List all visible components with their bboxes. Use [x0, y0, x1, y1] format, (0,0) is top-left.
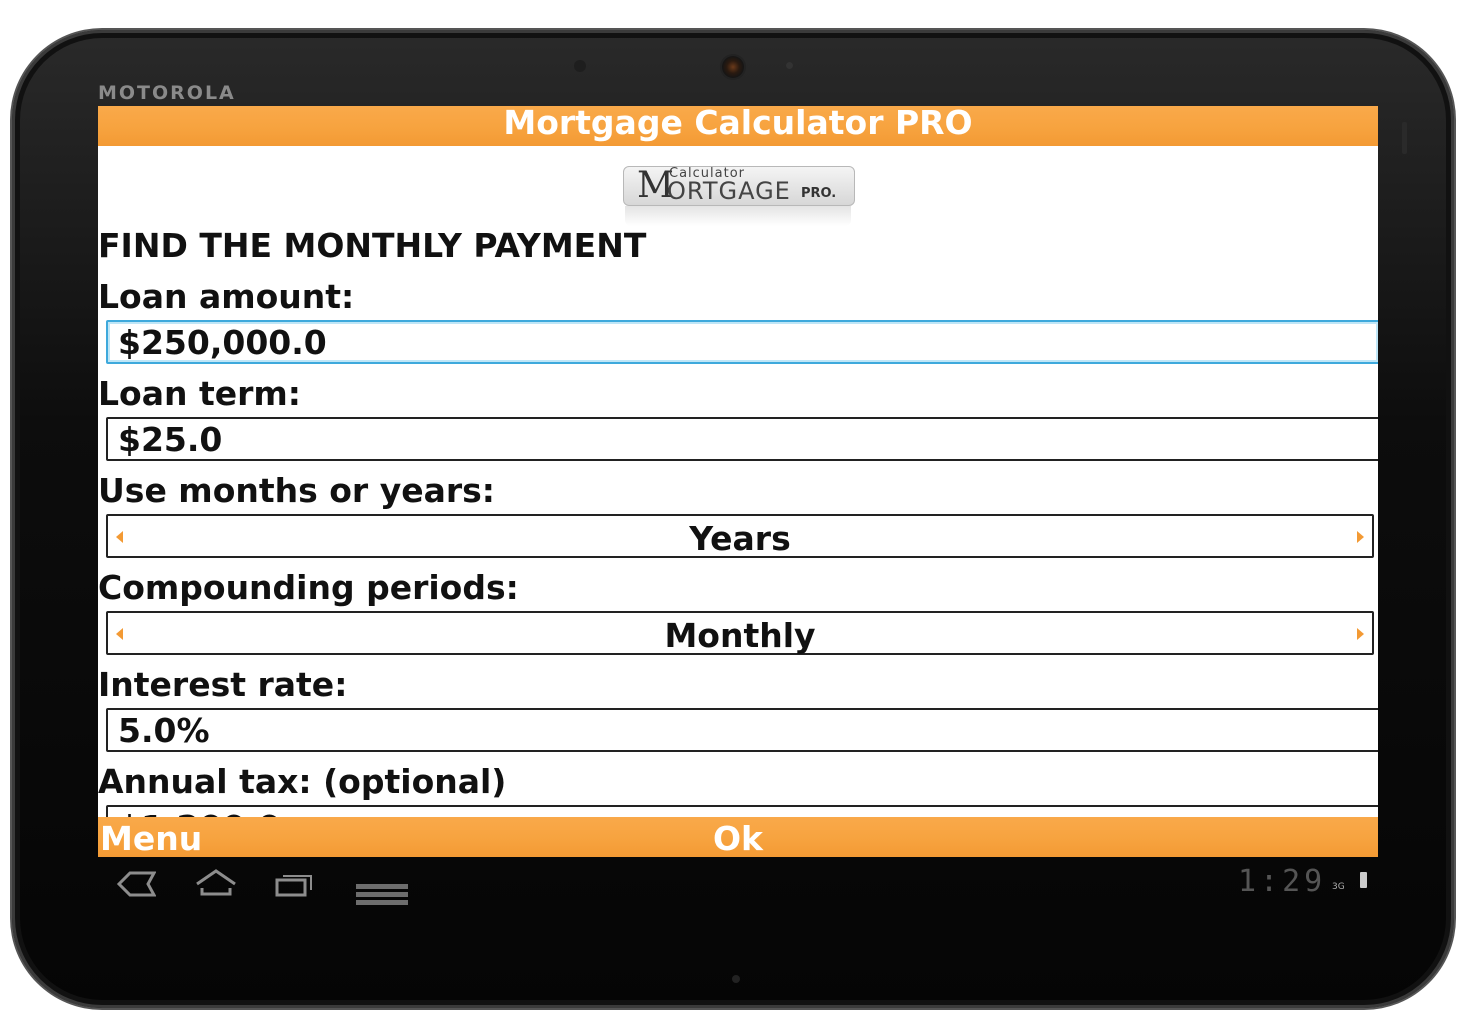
next-arrow-icon[interactable]: [1357, 628, 1364, 640]
interest-rate-input[interactable]: 5.0%: [106, 708, 1378, 752]
logo-reflection: [625, 206, 851, 226]
compounding-periods-selector[interactable]: Monthly: [106, 611, 1374, 655]
app-title-bar: Mortgage Calculator PRO: [98, 106, 1378, 146]
interest-rate-label: Interest rate:: [98, 665, 348, 704]
months-or-years-label: Use months or years:: [98, 471, 495, 510]
system-bar: 1:29 3G: [98, 860, 1368, 918]
loan-amount-input[interactable]: $250,000.0: [106, 320, 1378, 364]
loan-term-label: Loan term:: [98, 374, 301, 413]
app-title: Mortgage Calculator PRO: [503, 106, 973, 142]
compounding-periods-label: Compounding periods:: [98, 568, 519, 607]
status-clock: 1:29: [1238, 864, 1327, 899]
device-dot: [732, 975, 740, 983]
prev-arrow-icon[interactable]: [116, 628, 123, 640]
months-or-years-selector[interactable]: Years: [106, 514, 1374, 558]
light-sensor: [786, 62, 793, 69]
app-screen: Mortgage Calculator PRO M Calculator ORT…: [98, 106, 1378, 857]
form-heading: FIND THE MONTHLY PAYMENT: [98, 226, 647, 265]
next-arrow-icon[interactable]: [1357, 531, 1364, 543]
loan-term-input[interactable]: $25.0: [106, 417, 1378, 461]
side-slot: [1402, 122, 1407, 154]
network-indicator: 3G: [1332, 882, 1345, 892]
ok-button[interactable]: Ok: [98, 817, 1378, 857]
front-camera: [722, 56, 744, 78]
app-logo: M Calculator ORTGAGE PRO.: [623, 166, 855, 226]
months-or-years-value: Years: [689, 519, 791, 558]
compounding-periods-value: Monthly: [664, 616, 816, 655]
proximity-sensor: [574, 60, 586, 72]
battery-icon: [1360, 872, 1367, 888]
device-brand: MOTOROLA: [98, 82, 236, 104]
loan-amount-label: Loan amount:: [98, 277, 355, 316]
recent-apps-icon[interactable]: [274, 872, 314, 902]
home-icon[interactable]: [194, 868, 238, 902]
bottom-action-bar: Ok Menu: [98, 817, 1378, 857]
menu-button[interactable]: Menu: [100, 817, 202, 857]
menu-icon[interactable]: [356, 884, 408, 910]
back-icon[interactable]: [116, 870, 157, 902]
prev-arrow-icon[interactable]: [116, 531, 123, 543]
logo-pro-text: PRO.: [801, 186, 837, 201]
logo-mortgage-text: ORTGAGE: [667, 177, 791, 205]
annual-tax-label: Annual tax: (optional): [98, 762, 507, 801]
